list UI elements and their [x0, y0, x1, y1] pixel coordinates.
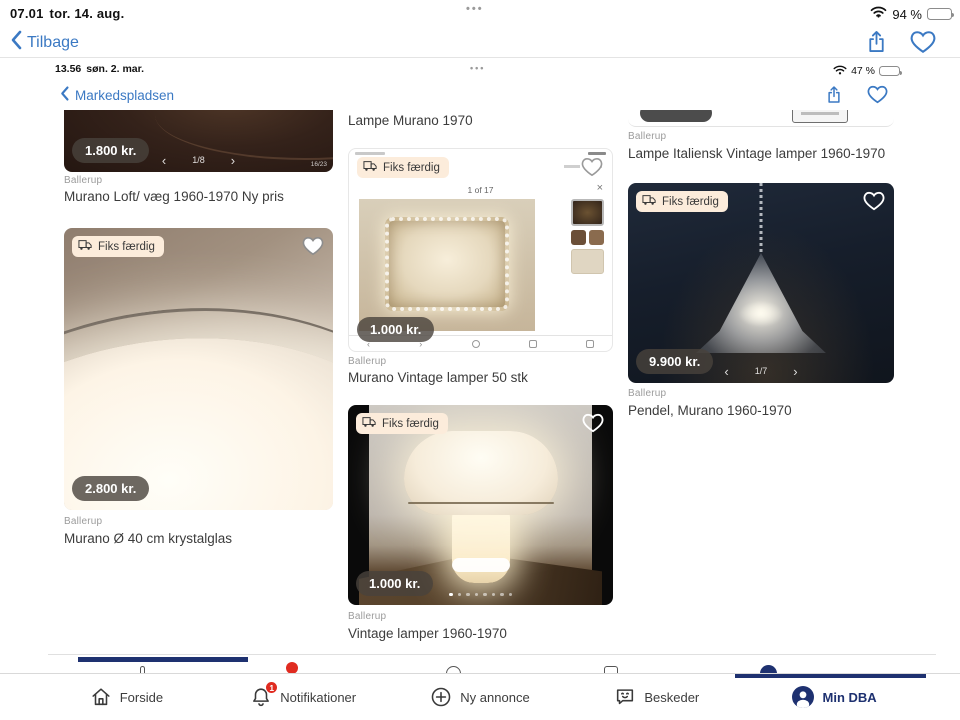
price-badge: 1.000 kr.	[357, 317, 435, 342]
tab-label: Forside	[119, 689, 164, 705]
tab-forside[interactable]: Forside	[38, 674, 215, 720]
close-icon: ×	[596, 182, 603, 194]
fiks-faerdig-label: Fiks færdig	[662, 195, 719, 208]
fiks-faerdig-label: Fiks færdig	[383, 161, 440, 174]
tab-notifikationer[interactable]: 1 Notifikationer	[215, 674, 392, 720]
price-badge: 1.000 kr.	[356, 571, 434, 596]
heart-icon[interactable]	[581, 157, 603, 182]
listing-location: Ballerup	[64, 175, 103, 186]
photo-counter: 16/23	[310, 161, 327, 168]
photo-detail	[355, 152, 606, 155]
truck-icon	[642, 194, 657, 209]
photo-detail	[738, 301, 784, 327]
notification-badge: 1	[265, 681, 279, 694]
chat-icon	[614, 686, 636, 708]
listing-location: Ballerup	[628, 388, 667, 399]
photo-detail	[359, 199, 535, 331]
plus-circle-icon	[430, 686, 452, 708]
listing-title[interactable]: Murano Vintage lamper 50 stk	[348, 370, 528, 385]
home-icon	[90, 686, 112, 708]
favorite-icon[interactable]	[910, 30, 936, 54]
carousel-prev-icon[interactable]: ‹	[162, 154, 166, 167]
listing-image-vintage-lamper[interactable]: Fiks færdig 1.000 kr.	[348, 405, 613, 605]
listing-title[interactable]: Pendel, Murano 1960-1970	[628, 403, 792, 418]
heart-icon[interactable]	[863, 191, 885, 216]
heart-icon[interactable]	[582, 413, 604, 438]
fiks-faerdig-badge: Fiks færdig	[636, 191, 728, 212]
listing-title[interactable]: Lampe Italiensk Vintage lamper 1960-1970	[628, 146, 885, 161]
listing-title[interactable]: Lampe Murano 1970	[348, 113, 473, 128]
fiks-faerdig-badge: Fiks færdig	[356, 413, 448, 434]
tab-min-dba[interactable]: Min DBA	[745, 674, 922, 720]
carousel-prev-icon[interactable]: ‹	[724, 365, 728, 378]
listing-location: Ballerup	[348, 611, 387, 622]
tab-label: Beskeder	[644, 689, 700, 705]
listing-column-3: Ballerup Lampe Italiensk Vintage lamper …	[628, 0, 894, 720]
tab-bar: Forside 1 Notifikationer Ny annonce Besk…	[0, 673, 960, 720]
chevron-left-icon	[10, 30, 22, 55]
fiks-faerdig-badge: Fiks færdig	[72, 236, 164, 257]
listing-image-murano-50stk[interactable]: 1 of 17 × ‹ › Fiks færdig 1.000 kr.	[348, 148, 613, 352]
outer-battery-percent: 94 %	[892, 6, 922, 22]
photo-thumbnails	[571, 199, 604, 274]
screen: 07.01 tor. 14. aug. ••• 94 % Tilbage 13.5…	[0, 0, 960, 720]
outer-clock: 07.01	[10, 6, 44, 21]
tab-label: Notifikationer	[280, 689, 357, 705]
active-tab-indicator	[735, 674, 926, 678]
bell-icon: 1	[250, 681, 279, 708]
listing-image-cut-off[interactable]	[628, 110, 894, 127]
fiks-faerdig-label: Fiks færdig	[98, 240, 155, 253]
fiks-faerdig-label: Fiks færdig	[382, 417, 439, 430]
fiks-faerdig-badge: Fiks færdig	[357, 157, 449, 178]
carousel-counter: 1/7	[754, 366, 768, 376]
tab-beskeder[interactable]: Beskeder	[568, 674, 745, 720]
listing-title[interactable]: Murano Ø 40 cm krystalglas	[64, 531, 232, 546]
listing-image-murano-krystalglas[interactable]: Fiks færdig 2.800 kr.	[64, 228, 333, 510]
listing-column-2: Lampe Murano 1970 1 of 17 × ‹ › Fiks færd…	[348, 0, 613, 720]
photo-detail	[155, 110, 333, 160]
listing-image-pendel-murano[interactable]: Fiks færdig 9.900 kr. ‹ 1/7 ›	[628, 183, 894, 383]
tab-ny-annonce[interactable]: Ny annonce	[392, 674, 569, 720]
listing-title[interactable]: Murano Loft/ væg 1960-1970 Ny pris	[64, 189, 284, 204]
listing-location: Ballerup	[628, 131, 667, 142]
inner-tabbar-border	[48, 654, 936, 655]
listing-column-1: 1.800 kr. ‹ 1/8 › 16/23 Ballerup Murano …	[64, 0, 333, 720]
listing-image-murano-loft[interactable]: 1.800 kr. ‹ 1/8 › 16/23	[64, 110, 333, 172]
listing-location: Ballerup	[64, 516, 103, 527]
avatar-icon	[791, 685, 815, 709]
tab-label: Ny annonce	[460, 689, 530, 705]
price-badge: 2.800 kr.	[72, 476, 150, 501]
tab-label: Min DBA	[822, 689, 877, 705]
truck-icon	[363, 160, 378, 175]
truck-icon	[362, 416, 377, 431]
photo-detail	[792, 110, 848, 123]
inner-active-tab-indicator	[78, 657, 248, 662]
listing-title[interactable]: Vintage lamper 1960-1970	[348, 626, 507, 641]
price-badge: 1.800 kr.	[72, 138, 150, 163]
price-badge: 9.900 kr.	[636, 349, 714, 374]
truck-icon	[78, 239, 93, 254]
carousel-next-icon[interactable]: ›	[231, 154, 235, 167]
photo-detail	[759, 183, 763, 255]
carousel-next-icon[interactable]: ›	[793, 365, 797, 378]
listing-location: Ballerup	[348, 356, 387, 367]
gallery-counter: 1 of 17	[467, 185, 494, 195]
heart-icon[interactable]	[302, 236, 324, 261]
outer-battery-icon	[927, 8, 954, 20]
carousel-counter: 1/8	[192, 155, 205, 165]
photo-detail	[640, 110, 712, 122]
